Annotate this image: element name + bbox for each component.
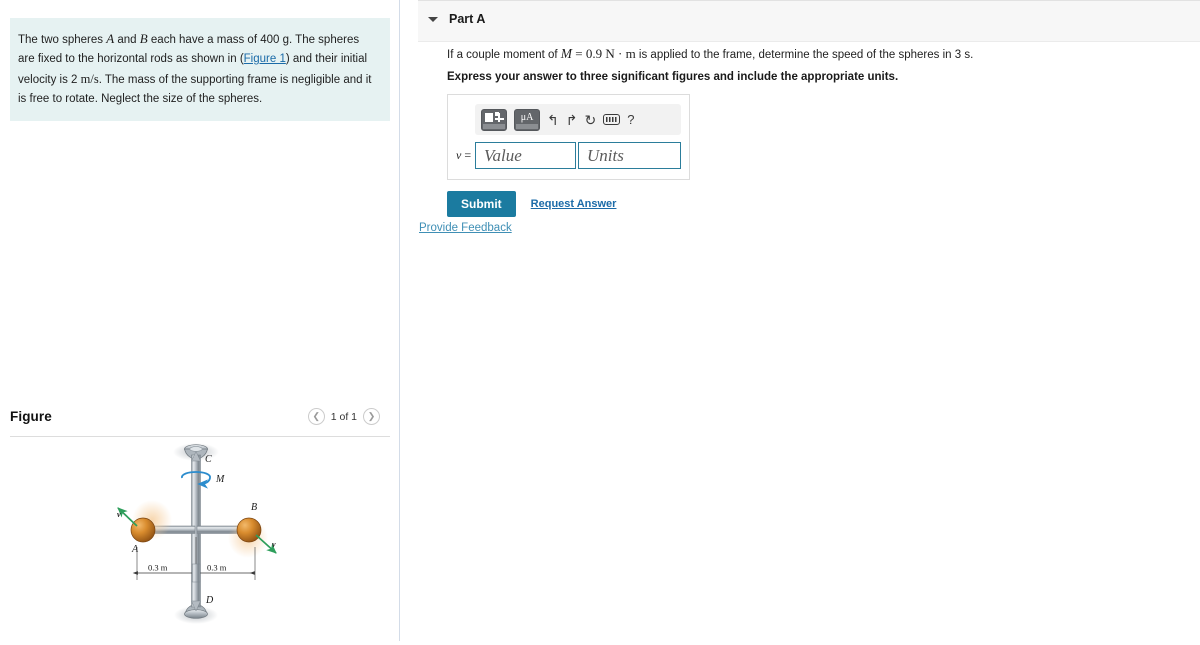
problem-text-2: and — [114, 34, 140, 46]
part-a-header[interactable]: Part A — [418, 0, 1200, 42]
question-unit: N · m — [605, 46, 636, 61]
sphere-label-A: A — [131, 544, 139, 555]
figure-panel: Figure ❮ 1 of 1 ❯ v v M C D A B 0.3 m 0.… — [0, 404, 400, 642]
moment-label-M: M — [215, 474, 225, 485]
sphere-label-B: B — [251, 502, 257, 513]
shaft-behind-dimension — [191, 563, 201, 583]
question-moment-symbol: M — [560, 46, 573, 61]
figure-title: Figure — [10, 409, 52, 424]
question-text: If a couple moment of M = 0.9 N · m is a… — [447, 44, 1167, 64]
part-a-body: If a couple moment of M = 0.9 N · m is a… — [447, 44, 1167, 218]
submit-button[interactable]: Submit — [447, 191, 516, 218]
undo-arrow-icon[interactable]: ↰ — [547, 113, 559, 127]
help-question-icon[interactable]: ? — [627, 113, 634, 126]
figure-header: Figure ❮ 1 of 1 ❯ — [10, 404, 390, 437]
problem-statement: The two spheres A and B each have a mass… — [10, 18, 390, 121]
answer-entry-box: μA ↰ ↱ ↻ ? v = — [447, 94, 690, 181]
answer-toolbar: μA ↰ ↱ ↻ ? — [475, 104, 681, 136]
figure-pager-label: 1 of 1 — [330, 410, 357, 423]
part-a-title: Part A — [449, 12, 486, 26]
velocity-label-a: v — [117, 510, 121, 519]
dimension-label-right: 0.3 m — [207, 563, 227, 573]
answer-equals-sign: = — [464, 148, 472, 163]
figure-pager: ❮ 1 of 1 ❯ — [307, 408, 380, 425]
micro-amp-label: μA — [520, 111, 534, 123]
reset-circular-arrow-icon[interactable]: ↻ — [584, 113, 596, 127]
chevron-down-icon[interactable] — [428, 17, 438, 22]
keyboard-icon[interactable] — [603, 114, 621, 126]
problem-sphere-b-symbol: B — [139, 31, 148, 46]
math-template-icon[interactable] — [481, 108, 507, 131]
bearing-label-C: C — [205, 454, 212, 465]
answer-variable-label: v = — [456, 148, 475, 163]
answer-inputs: v = — [456, 142, 681, 170]
sphere-b — [236, 517, 262, 543]
question-equation: = 0.9 — [572, 46, 606, 61]
bearing-label-D: D — [205, 595, 214, 606]
value-input[interactable] — [475, 142, 576, 170]
answer-variable-symbol: v — [456, 148, 462, 163]
figure-diagram-svg: v v M C D A B 0.3 m 0.3 m — [117, 443, 277, 624]
dimension-label-left: 0.3 m — [148, 563, 168, 573]
provide-feedback-link[interactable]: Provide Feedback — [419, 222, 512, 234]
question-post: is applied to the frame, determine the s… — [635, 49, 974, 61]
request-answer-link[interactable]: Request Answer — [531, 198, 617, 210]
figure-image[interactable]: v v M C D A B 0.3 m 0.3 m — [0, 437, 400, 642]
velocity-label-b: v — [272, 540, 276, 549]
figure-1-link[interactable]: Figure 1 — [244, 53, 286, 65]
answer-instruction: Express your answer to three significant… — [447, 71, 899, 84]
chevron-right-icon[interactable]: ❯ — [363, 408, 380, 425]
redo-arrow-icon[interactable]: ↱ — [566, 113, 578, 127]
submit-row: Submit Request Answer — [447, 191, 1167, 218]
units-input[interactable] — [578, 142, 681, 170]
chevron-left-icon[interactable]: ❮ — [307, 408, 325, 425]
problem-text-1: The two spheres — [18, 34, 107, 46]
left-pane: The two spheres A and B each have a mass… — [0, 0, 400, 641]
micro-amp-units-icon[interactable]: μA — [514, 108, 540, 131]
problem-unit-ms: m/s — [80, 71, 99, 86]
problem-sphere-a-symbol: A — [106, 31, 115, 46]
sphere-a — [130, 517, 156, 543]
question-pre: If a couple moment of — [447, 49, 561, 61]
